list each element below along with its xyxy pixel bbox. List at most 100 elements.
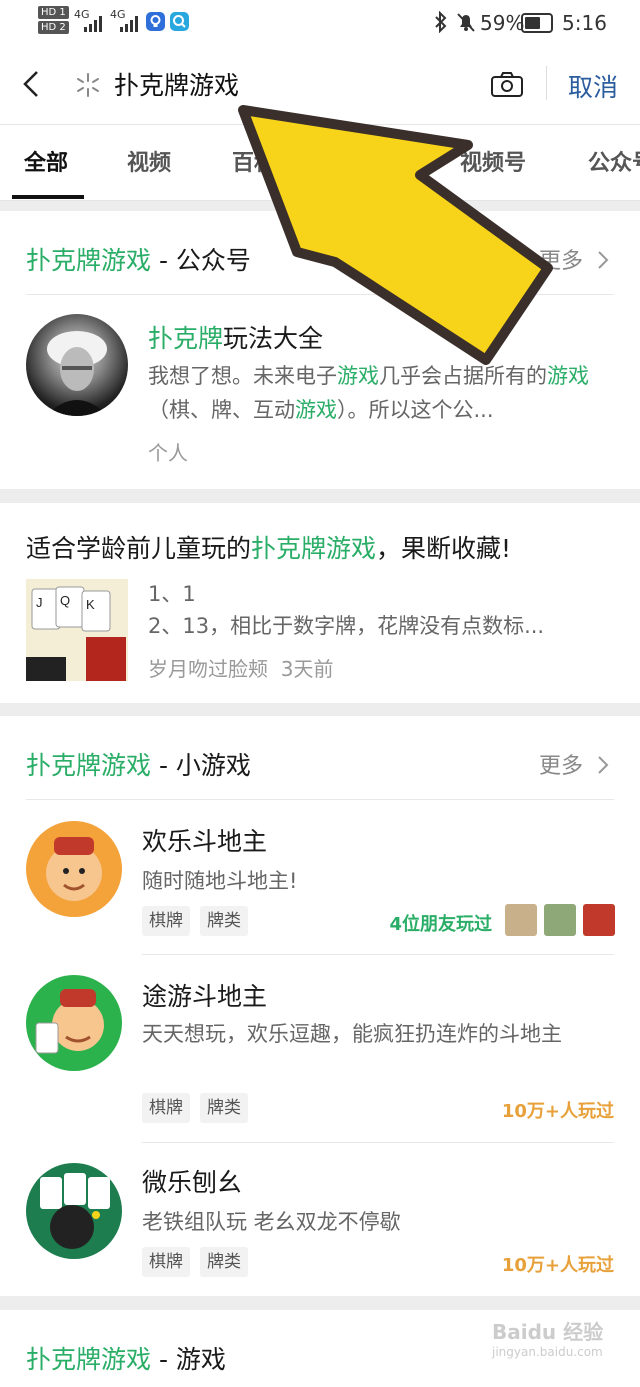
search-divider: [546, 66, 547, 100]
desc-text: 我想了想。未来电子: [148, 364, 337, 388]
desc-keyword: 游戏: [337, 364, 379, 388]
section-title-keyword: 扑克牌游戏: [26, 1345, 152, 1374]
search-bar: 扑克牌游戏 取消: [0, 44, 640, 124]
game-icon: [26, 1163, 122, 1259]
svg-text:Q: Q: [60, 593, 70, 608]
bluetooth-icon: [435, 11, 447, 33]
desc-keyword: 游戏: [547, 364, 589, 388]
section-title: 扑克牌游戏 - 公众号: [26, 241, 251, 277]
watermark-url: jingyan.baidu.com: [492, 1345, 603, 1359]
game-tag: 牌类: [200, 906, 248, 936]
game-item[interactable]: 途游斗地主 天天想玩，欢乐逗趣，能疯狂扔连炸的斗地主 棋牌 牌类 10万+人玩过: [0, 955, 640, 1143]
divider: [26, 294, 614, 295]
section-title-keyword: 扑克牌游戏: [26, 246, 152, 275]
game-item[interactable]: 微乐刨幺 老铁组队玩 老幺双龙不停歇 棋牌 牌类 10万+人玩过: [0, 1143, 640, 1296]
svg-text:J: J: [36, 595, 43, 610]
game-tag: 牌类: [200, 1247, 248, 1277]
account-description: 我想了想。未来电子游戏几乎会占据所有的游戏（棋、牌、互动游戏）。所以这个公...: [148, 359, 618, 427]
game-tag: 牌类: [200, 1093, 248, 1123]
desc-text: ）。所以这个公...: [337, 398, 494, 422]
account-type: 个人: [148, 441, 188, 465]
desc-text: （棋、牌、互动: [148, 398, 295, 422]
clock: 5:16: [562, 11, 607, 35]
game-tag: 棋牌: [142, 1247, 190, 1277]
article-title-keyword: 扑克牌游戏: [251, 534, 377, 563]
game-tag: 棋牌: [142, 1093, 190, 1123]
article-thumbnail: J Q K: [26, 579, 128, 681]
game-icon: [26, 821, 122, 917]
chevron-right-icon: [598, 756, 609, 774]
chevron-right-icon: [598, 251, 609, 269]
account-name-keyword: 扑克牌: [148, 324, 224, 353]
watermark: Baidu 经验 jingyan.baidu.com: [492, 1322, 612, 1362]
account-name-rest: 玩法大全: [223, 324, 324, 353]
tab-official-accounts[interactable]: 公众号: [588, 145, 640, 177]
mute-bell-icon: [457, 13, 475, 32]
account-avatar[interactable]: [26, 314, 128, 416]
desc-keyword: 游戏: [295, 398, 337, 422]
players-count: 10万+人玩过: [501, 1101, 614, 1122]
mini-game-section: 扑克牌游戏 - 小游戏 更多 欢乐斗地主 随时随地斗地主! 棋牌 牌类 4位朋友…: [0, 716, 640, 1296]
game-name: 微乐刨幺: [142, 1168, 243, 1197]
cancel-button[interactable]: 取消: [568, 68, 618, 104]
signal1-icon: [84, 16, 102, 32]
search-app-icon: [170, 12, 189, 31]
game-desc: 天天想玩，欢乐逗趣，能疯狂扔连炸的斗地主: [142, 1022, 562, 1046]
camera-icon[interactable]: [490, 70, 524, 98]
status-bar: HD 1 HD 2 4G 4G 59% 5:16: [0, 0, 640, 44]
app-notify-icon: [146, 12, 165, 31]
battery-icon: [521, 13, 553, 33]
account-name[interactable]: 扑克牌玩法大全: [148, 319, 323, 355]
game-item[interactable]: 欢乐斗地主 随时随地斗地主! 棋牌 牌类 4位朋友玩过: [0, 800, 640, 955]
watermark-brand: Baidu 经验: [492, 1320, 604, 1344]
official-account-section: 扑克牌游戏 - 公众号 更多 扑克牌玩法大全 我想了想。未来电子游戏几乎会占据所…: [0, 211, 640, 489]
article-time: 3天前: [280, 657, 334, 681]
sim2-badge: HD 2: [38, 21, 69, 34]
section-title: 扑克牌游戏 - 小游戏: [26, 746, 251, 782]
article-author: 岁月吻过脸颊: [148, 657, 268, 681]
article-title[interactable]: 适合学龄前儿童玩的扑克牌游戏，果断收藏!: [26, 529, 511, 565]
game-name: 途游斗地主: [142, 982, 268, 1011]
sim1-badge: HD 1: [38, 6, 69, 19]
article-line2: 2、13，相比于数字牌，花牌没有点数标...: [148, 614, 545, 638]
tab-miniprogram[interactable]: 小程序: [334, 145, 400, 177]
game-section: 扑克牌游戏 - 游戏 Baidu 经验 jingyan.baidu.com: [0, 1310, 640, 1387]
tab-all[interactable]: 全部: [24, 145, 68, 177]
game-tag: 棋牌: [142, 906, 190, 936]
tab-baike[interactable]: 百科: [232, 145, 276, 177]
category-tabs: 全部 视频 百科 小程序 视频号 公众号: [0, 124, 640, 201]
more-label: 更多: [538, 249, 583, 274]
friends-played: 4位朋友玩过: [389, 914, 492, 935]
game-desc: 老铁组队玩 老幺双龙不停歇: [142, 1210, 401, 1234]
more-label: 更多: [538, 754, 583, 779]
section-title-keyword: 扑克牌游戏: [26, 751, 152, 780]
section-title-type: - 公众号: [151, 246, 251, 275]
search-input[interactable]: 扑克牌游戏: [114, 66, 239, 102]
signal2-icon: [120, 16, 138, 32]
battery-percent: 59%: [480, 11, 525, 35]
svg-text:K: K: [86, 597, 95, 612]
more-link[interactable]: 更多: [539, 243, 610, 275]
players-count: 10万+人玩过: [501, 1255, 614, 1276]
game-name: 欢乐斗地主: [142, 827, 268, 856]
game-desc: 随时随地斗地主!: [142, 869, 298, 893]
game-icon: [26, 975, 122, 1071]
friend-avatar: [544, 904, 576, 936]
friend-avatar: [505, 904, 537, 936]
loading-icon: [77, 73, 99, 97]
back-arrow-icon[interactable]: [20, 68, 44, 100]
section-title-type: - 游戏: [151, 1345, 226, 1374]
tab-channels[interactable]: 视频号: [460, 145, 526, 177]
tab-video[interactable]: 视频: [127, 145, 171, 177]
section-title: 扑克牌游戏 - 游戏: [26, 1340, 226, 1376]
friend-avatar: [583, 904, 615, 936]
article-line1: 1、1: [148, 582, 196, 606]
section-title-type: - 小游戏: [151, 751, 251, 780]
article-title-text: 适合学龄前儿童玩的: [26, 534, 252, 563]
tab-active-indicator: [12, 195, 84, 199]
article-meta: 岁月吻过脸颊 3天前: [148, 653, 333, 682]
desc-text: 几乎会占据所有的: [379, 364, 547, 388]
sim-indicators: HD 1 HD 2: [38, 6, 69, 34]
article-card[interactable]: 适合学龄前儿童玩的扑克牌游戏，果断收藏! J Q K 1、1 2、13，相比于数…: [0, 503, 640, 703]
more-link[interactable]: 更多: [539, 748, 610, 780]
